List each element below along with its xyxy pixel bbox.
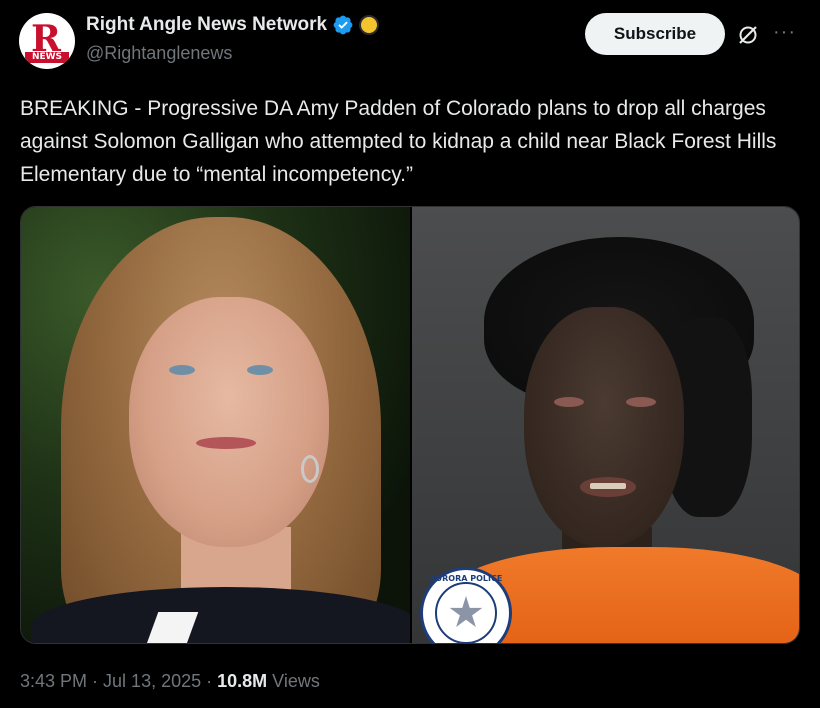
- police-badge-text: AURORA POLICE: [429, 574, 503, 583]
- verified-badge-icon: [333, 15, 353, 35]
- avatar-logo-news: NEWS: [25, 52, 69, 63]
- account-name[interactable]: Right Angle News Network: [86, 14, 327, 36]
- post-text: BREAKING - Progressive DA Amy Padden of …: [20, 97, 777, 186]
- photo-woman[interactable]: [21, 207, 410, 643]
- post-media[interactable]: AURORA POLICE: [20, 206, 800, 644]
- post-date[interactable]: Jul 13, 2025: [103, 671, 201, 692]
- more-options-icon[interactable]: ···: [773, 22, 797, 46]
- subscribe-button[interactable]: Subscribe: [585, 13, 725, 55]
- views-label: Views: [272, 671, 320, 691]
- post-time[interactable]: 3:43 PM: [20, 671, 87, 692]
- post-header: R NEWS Right Angle News Network @Rightan…: [0, 0, 820, 90]
- views-count: 10.8M: [217, 671, 268, 691]
- avatar-logo: R NEWS: [25, 19, 69, 63]
- separator: ·: [92, 671, 99, 691]
- police-badge-logo: AURORA POLICE: [420, 567, 512, 643]
- photo-mugshot[interactable]: AURORA POLICE: [410, 207, 799, 643]
- affiliate-badge-icon: [359, 15, 380, 35]
- post-meta: 3:43 PM · Jul 13, 2025 · 10.8M Views: [20, 671, 320, 692]
- account-handle[interactable]: @Rightanglenews: [86, 43, 232, 64]
- avatar[interactable]: R NEWS: [19, 13, 75, 69]
- star-icon: [449, 596, 483, 627]
- account-name-row: Right Angle News Network: [86, 14, 380, 36]
- grok-icon[interactable]: [736, 23, 760, 47]
- separator: ·: [206, 671, 213, 691]
